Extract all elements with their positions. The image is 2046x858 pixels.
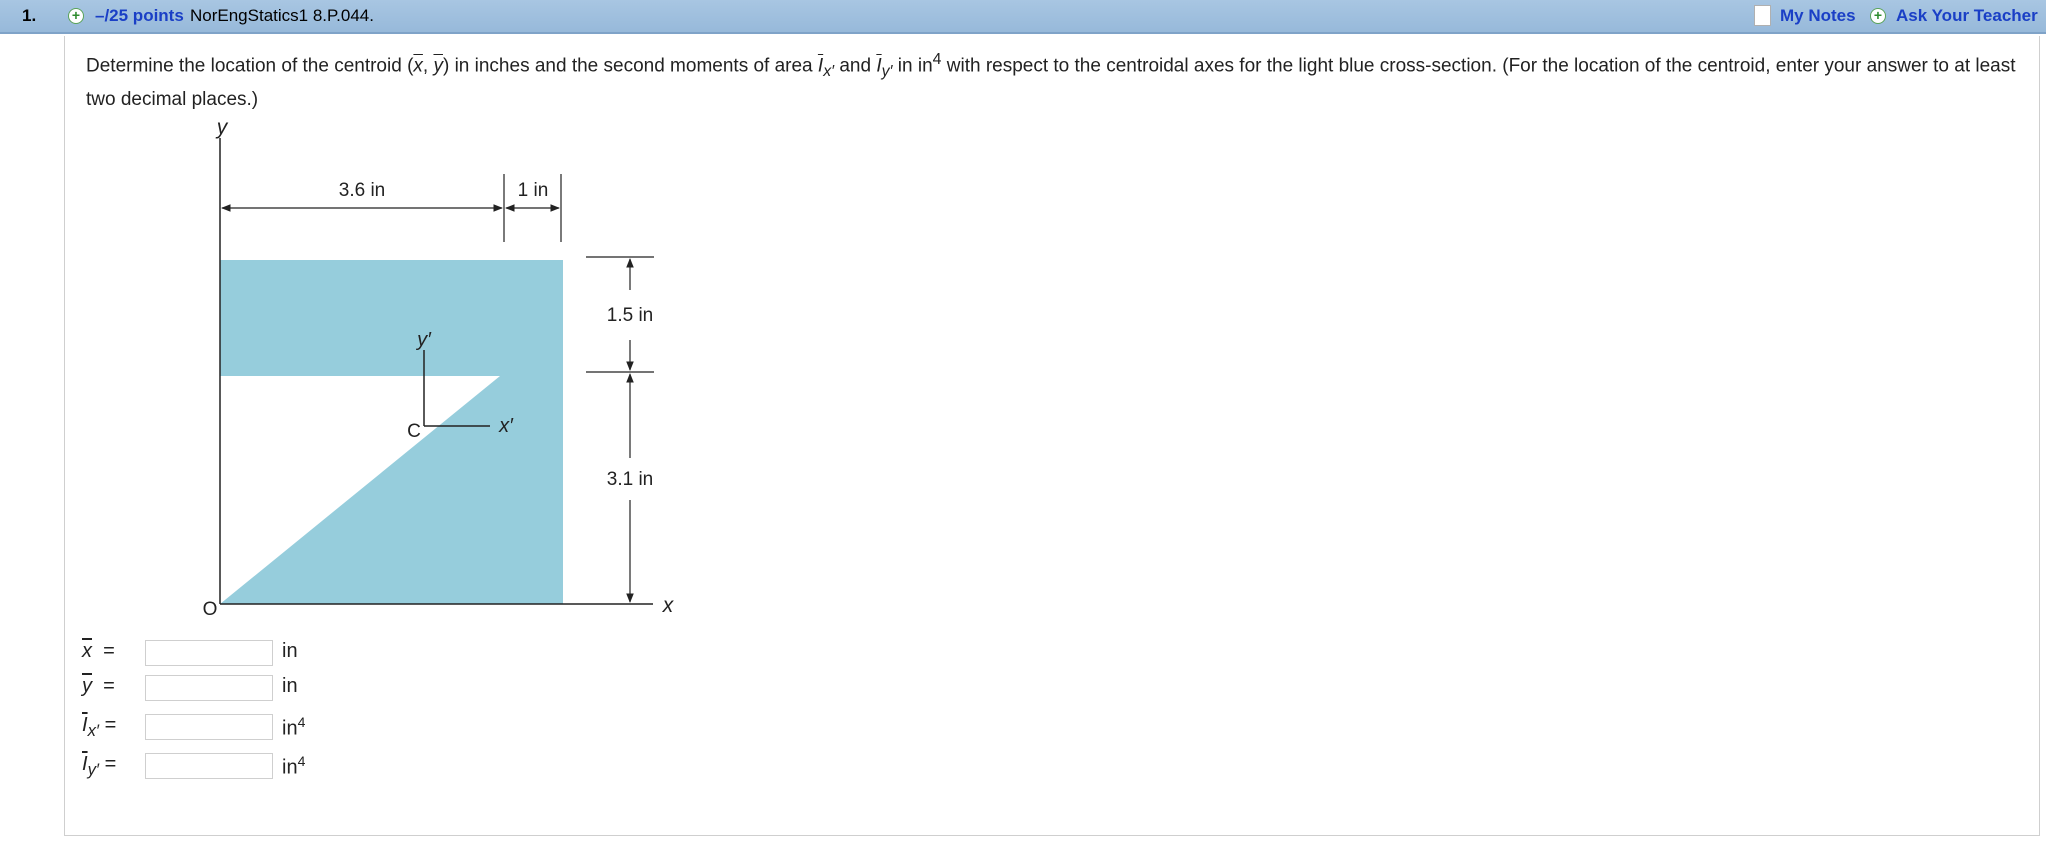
- expand-plus-icon[interactable]: +: [68, 8, 84, 24]
- flange-dimension-label: 1 in: [518, 180, 549, 201]
- y-axis-label: y: [215, 118, 229, 139]
- ybar-answer-label: y =: [82, 675, 115, 697]
- question-number: 1.: [22, 6, 37, 25]
- ybar-unit: in: [282, 675, 298, 697]
- question-header-bar: 1. + –/25 points NorEngStatics1 8.P.044.…: [0, 0, 2046, 34]
- top-dimension-label: 1.5 in: [607, 305, 653, 326]
- question-text: Determine the location of the centroid (…: [86, 51, 2016, 111]
- cross-section-figure: 3.6 in 1 in 1.5 in 3.1 in y x O C x′ y′: [203, 118, 675, 618]
- ix-answer-label: Ix′ =: [82, 714, 117, 740]
- question-id: NorEngStatics1 8.P.044.: [190, 6, 374, 25]
- ask-teacher-plus-icon[interactable]: +: [1870, 8, 1886, 24]
- ix-input[interactable]: [145, 714, 273, 740]
- xprime-label: x′: [498, 415, 514, 437]
- origin-label: O: [203, 599, 218, 618]
- ask-your-teacher-link[interactable]: Ask Your Teacher: [1896, 6, 2038, 26]
- bottom-dimension-label: 3.1 in: [607, 469, 653, 490]
- width-dimension-label: 3.6 in: [339, 180, 385, 201]
- centroid-y-symbol: y: [433, 55, 443, 77]
- notes-icon[interactable]: [1754, 5, 1771, 26]
- xbar-unit: in: [282, 640, 298, 662]
- xbar-input[interactable]: [145, 640, 273, 666]
- centroid-label: C: [407, 421, 421, 442]
- x-axis-label: x: [662, 594, 675, 617]
- iy-answer-label: Iy′ =: [82, 753, 117, 779]
- ix-unit: in4: [282, 714, 306, 740]
- iy-unit: in4: [282, 753, 306, 779]
- ybar-input[interactable]: [145, 675, 273, 701]
- iy-input[interactable]: [145, 753, 273, 779]
- centroid-x-symbol: x: [413, 55, 423, 77]
- xbar-answer-label: x =: [82, 640, 115, 662]
- points-link[interactable]: –/25 points: [95, 6, 184, 26]
- my-notes-link[interactable]: My Notes: [1780, 6, 1856, 26]
- yprime-label: y′: [415, 329, 432, 351]
